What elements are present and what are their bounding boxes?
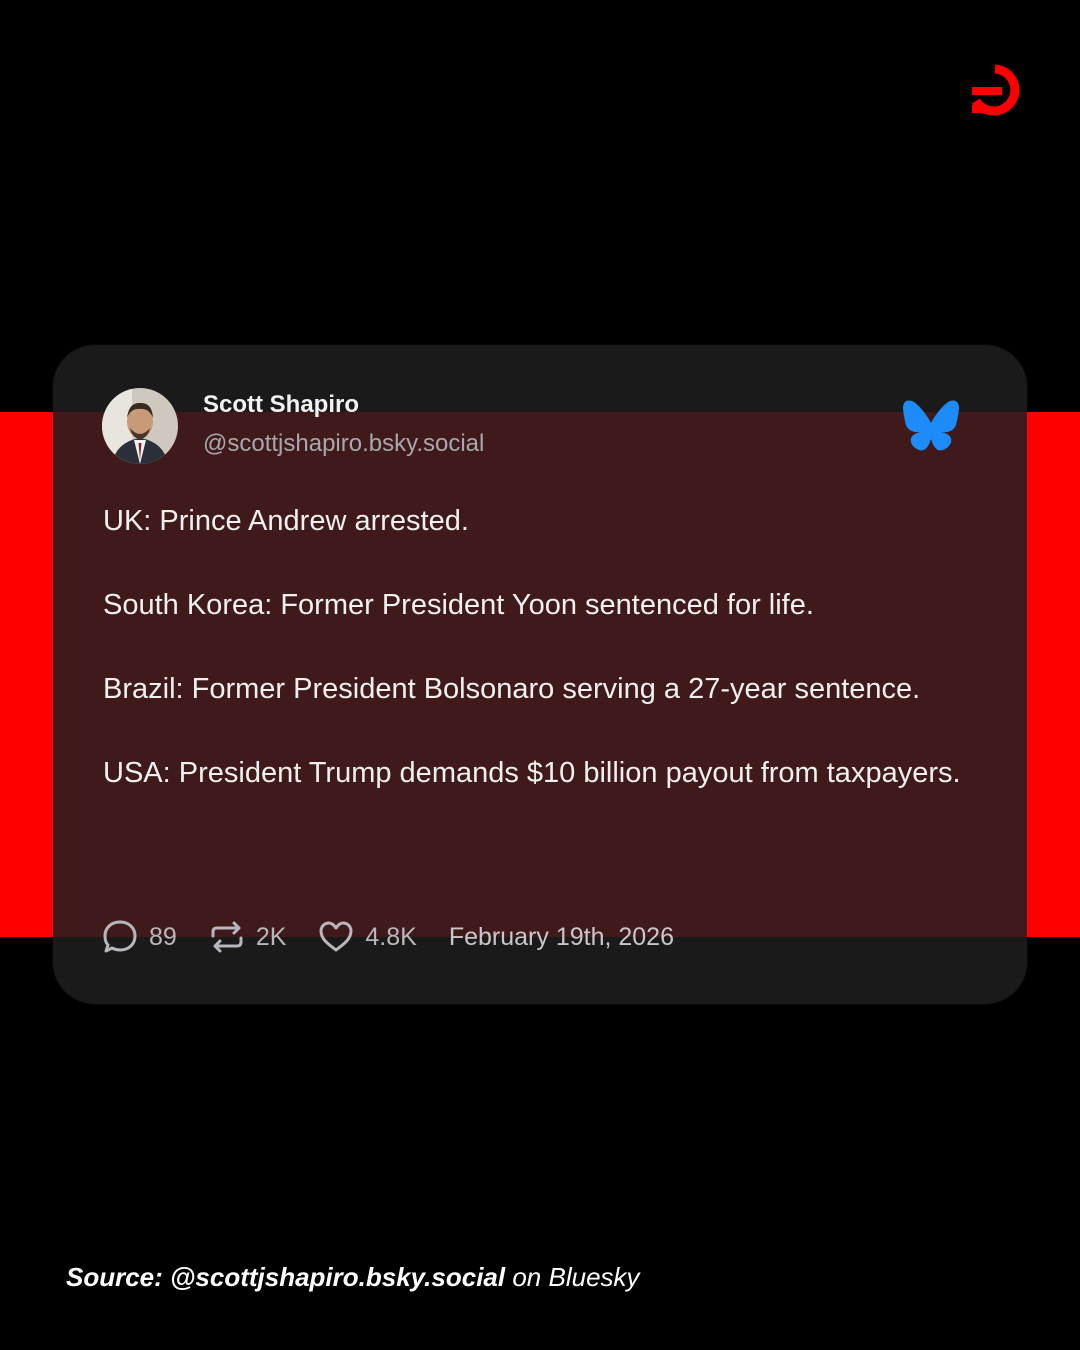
heart-icon xyxy=(319,921,353,952)
reply-button[interactable]: 89 xyxy=(102,919,177,955)
author-handle[interactable]: @scottjshapiro.bsky.social xyxy=(203,430,484,458)
post-date[interactable]: February 19th, 2026 xyxy=(449,923,674,952)
post-text: UK: Prince Andrew arrested. South Korea:… xyxy=(103,500,963,836)
source-platform: on Bluesky xyxy=(512,1262,640,1292)
source-handle: @scottjshapiro.bsky.social xyxy=(170,1262,506,1292)
source-label: Source: xyxy=(66,1262,163,1292)
bluesky-butterfly-icon[interactable] xyxy=(901,399,961,453)
post-line: UK: Prince Andrew arrested. xyxy=(103,505,469,537)
avatar[interactable] xyxy=(102,388,178,464)
reply-count: 89 xyxy=(149,922,177,951)
author-display-name[interactable]: Scott Shapiro xyxy=(203,391,359,419)
post-line: South Korea: Former President Yoon sente… xyxy=(103,589,814,621)
repost-button[interactable]: 2K xyxy=(209,919,287,955)
source-credit: Source: @scottjshapiro.bsky.social on Bl… xyxy=(66,1262,640,1293)
post-line: USA: President Trump demands $10 billion… xyxy=(103,757,961,789)
post-line: Brazil: Former President Bolsonaro servi… xyxy=(103,673,921,705)
repost-arrows-icon xyxy=(211,921,243,953)
brand-logo-icon xyxy=(972,64,1020,116)
like-count: 4.8K xyxy=(365,922,417,951)
post-card[interactable]: Scott Shapiro @scottjshapiro.bsky.social… xyxy=(53,345,1027,1004)
post-actions: 89 2K 4.8K February 19th, 2026 xyxy=(102,915,674,959)
reply-bubble-icon xyxy=(103,920,137,953)
repost-count: 2K xyxy=(255,922,287,951)
like-button[interactable]: 4.8K xyxy=(318,919,417,955)
